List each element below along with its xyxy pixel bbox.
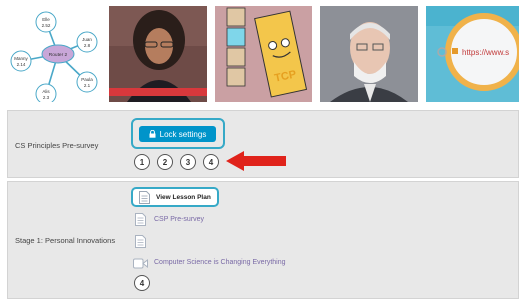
node-name: Alis (42, 89, 50, 94)
view-lesson-plan-button[interactable]: View Lesson Plan (131, 187, 219, 207)
progress-bubble-4[interactable]: 4 (134, 275, 150, 291)
node-value: 2.1 (84, 83, 91, 88)
lock-icon (149, 130, 156, 138)
node-value: 2.52 (42, 23, 51, 28)
speaker-video-thumbnail[interactable] (109, 6, 207, 102)
row-label: Stage 1: Personal Innovations (15, 236, 116, 245)
row-label: CS Principles Pre-survey (15, 141, 99, 150)
level-link-cs-changing-everything[interactable]: Computer Science is Changing Everything (154, 259, 286, 266)
lock-settings-button[interactable]: Lock settings (139, 126, 216, 142)
view-lesson-plan-label: View Lesson Plan (156, 194, 211, 201)
progress-bubble-4[interactable]: 4 (203, 154, 219, 170)
interview-video-thumbnail[interactable] (320, 6, 418, 102)
level-link-csp-pre-survey[interactable]: CSP Pre-survey (154, 216, 204, 223)
node-value: 2.8 (84, 43, 91, 48)
video-icon (133, 258, 148, 269)
node-name: Manny (14, 56, 28, 61)
document-icon (139, 191, 150, 204)
red-arrow-icon (226, 151, 286, 171)
lesson-row-stage-1: Stage 1: Personal Innovations View Lesso… (7, 181, 519, 299)
https-url-text: https://www.s (462, 48, 509, 57)
node-name: Juan (82, 37, 92, 42)
node-value: 2.3 (43, 95, 50, 100)
node-name: Elle (42, 17, 50, 22)
progress-bubble-3[interactable]: 3 (180, 154, 196, 170)
document-icon (135, 213, 146, 226)
router-diagram-thumbnail[interactable]: Router 2 Elle 2.52 Juan 2.8 Manny 2.14 P… (6, 6, 100, 102)
tcp-animation-thumbnail[interactable]: TCP (215, 6, 312, 102)
router-node-label: Router 2 (49, 52, 68, 58)
node-name: Paula (81, 77, 93, 82)
lock-settings-label: Lock settings (159, 129, 207, 139)
lock-settings-highlight: Lock settings (131, 118, 225, 149)
progress-bubble-2[interactable]: 2 (157, 154, 173, 170)
document-icon[interactable] (135, 235, 146, 248)
https-browser-thumbnail[interactable]: https://www.s (426, 6, 519, 102)
progress-bubble-1[interactable]: 1 (134, 154, 150, 170)
node-value: 2.14 (17, 62, 26, 67)
